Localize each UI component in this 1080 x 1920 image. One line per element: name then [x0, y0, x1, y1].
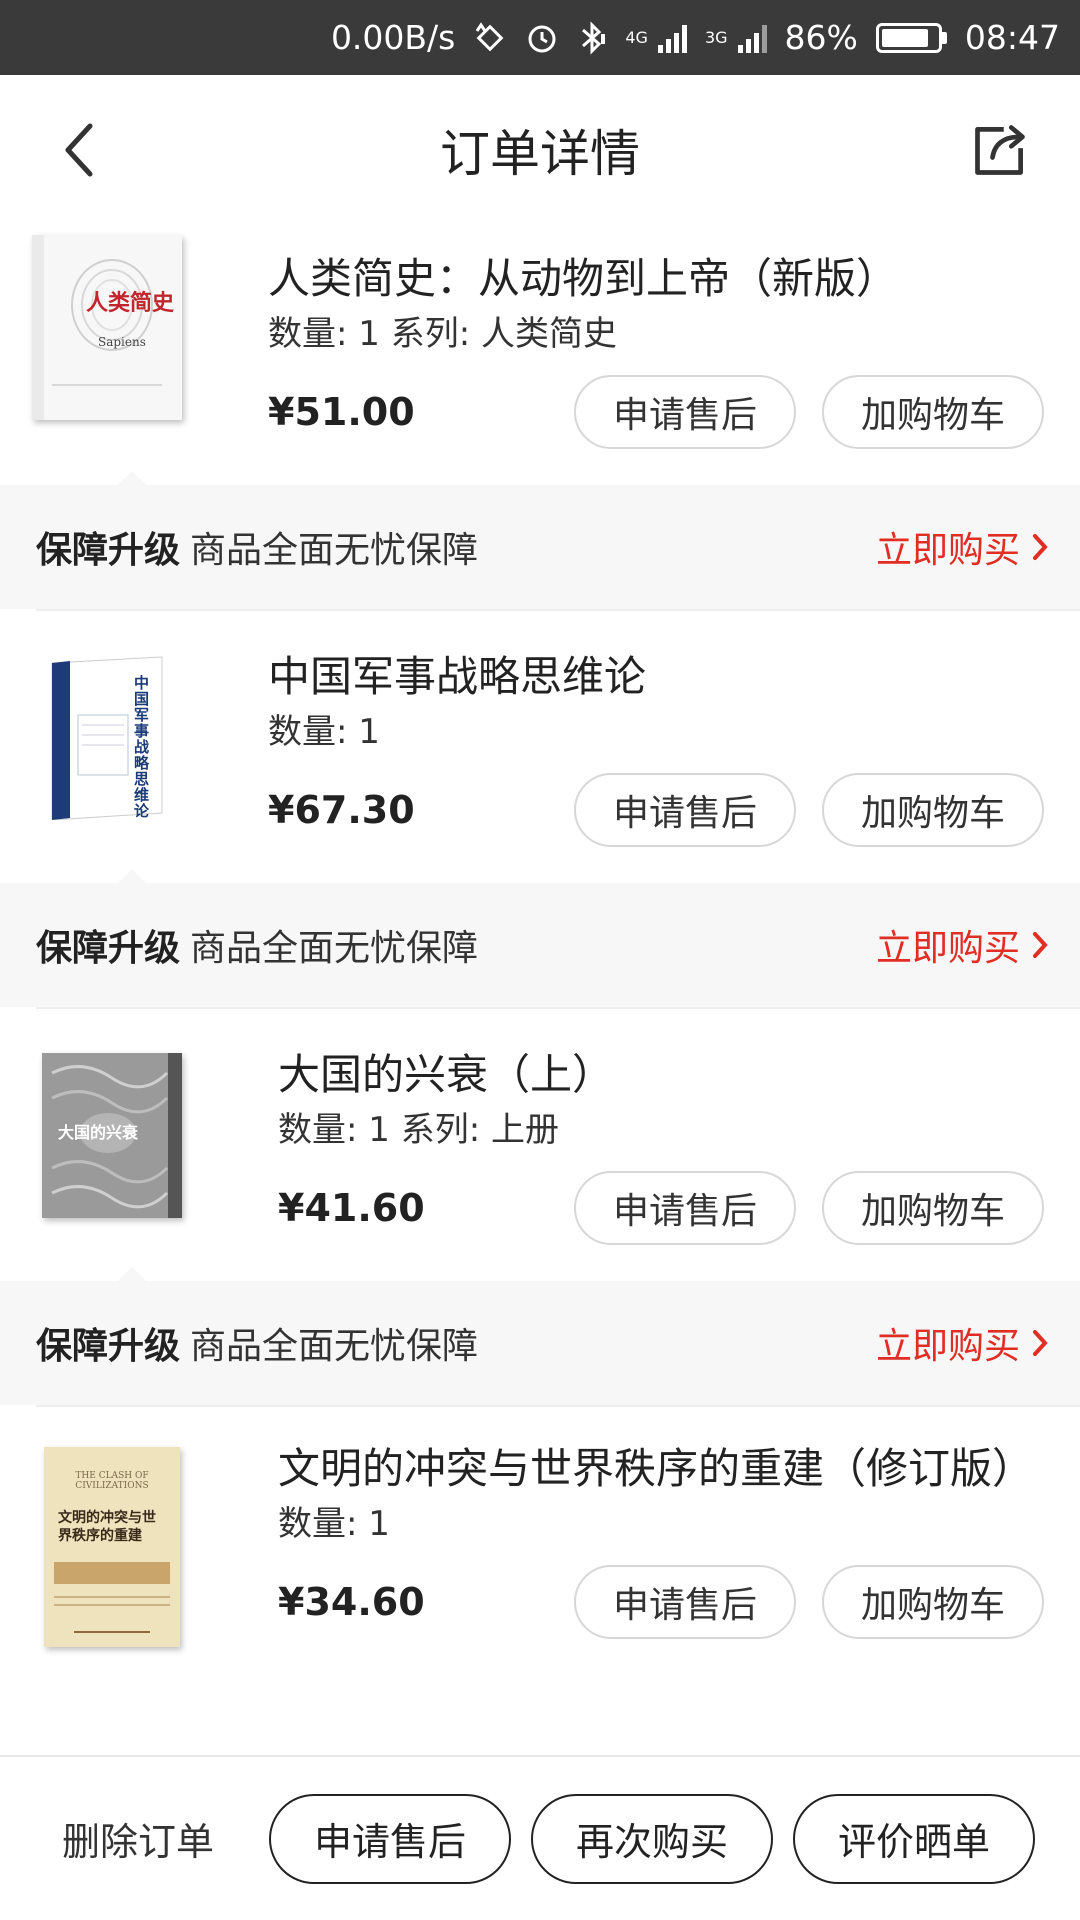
share-icon[interactable] [970, 120, 1030, 180]
delete-order-button[interactable]: 删除订单 [62, 1811, 214, 1866]
back-icon[interactable] [50, 120, 110, 180]
guarantee-label: 保障升级 [36, 928, 181, 969]
network-type-2: 3G [704, 27, 728, 47]
order-item[interactable]: 大国的兴衰 大国的兴衰（上） 数量: 1 系列: 上册 ¥41.60 申请售后 … [0, 1009, 1080, 1245]
add-to-cart-button[interactable]: 加购物车 [822, 375, 1044, 449]
product-title[interactable]: 文明的冲突与世界秩序的重建（修订版） [278, 1443, 1044, 1495]
buy-again-button[interactable]: 再次购买 [531, 1793, 774, 1884]
add-to-cart-button[interactable]: 加购物车 [822, 773, 1044, 847]
buy-now-link[interactable]: 立即购买 [876, 919, 1048, 971]
order-item[interactable]: THE CLASH OF CIVILIZATIONS 文明的冲突与世界秩序的重建… [0, 1407, 1080, 1647]
book-cover: 人类简史 Sapiens [32, 235, 182, 420]
cover-title: 人类简史 [86, 290, 175, 316]
guarantee-bar[interactable]: 保障升级 商品全面无忧保障 立即购买 [0, 1267, 1080, 1405]
product-price: ¥51.00 [268, 390, 415, 434]
product-title[interactable]: 人类简史：从动物到上帝（新版） [268, 253, 1044, 305]
page-title: 订单详情 [440, 125, 640, 183]
book-cover: 中国军事战略思维论 [32, 655, 182, 821]
clock: 08:47 [964, 18, 1060, 57]
product-title[interactable]: 中国军事战略思维论 [268, 651, 1044, 703]
cover-subtitle: Sapiens [98, 335, 146, 349]
guarantee-label: 保障升级 [36, 530, 181, 571]
buy-now-link[interactable]: 立即购买 [876, 1317, 1048, 1369]
cover-subtitle: THE CLASH OF CIVILIZATIONS [75, 1471, 149, 1491]
chevron-right-icon [1033, 932, 1048, 958]
battery-icon [875, 22, 947, 53]
guarantee-text: 商品全面无忧保障 [190, 1326, 479, 1367]
header: 订单详情 [0, 75, 1080, 225]
book-cover: 大国的兴衰 [42, 1053, 182, 1218]
cover-title: 中国军事战略思维论 [134, 674, 150, 820]
guarantee-label: 保障升级 [36, 1326, 181, 1367]
net-speed: 0.00B/s [330, 18, 456, 57]
after-sale-button[interactable]: 申请售后 [574, 1171, 796, 1245]
signal-2-icon [737, 23, 767, 53]
rotate-icon [473, 21, 507, 55]
after-sale-button[interactable]: 申请售后 [574, 375, 796, 449]
signal-1-icon [657, 23, 687, 53]
product-meta: 数量: 1 系列: 上册 [278, 1110, 559, 1150]
review-button[interactable]: 评价晒单 [793, 1793, 1036, 1884]
after-sale-button[interactable]: 申请售后 [574, 773, 796, 847]
chevron-right-icon [1033, 534, 1048, 560]
guarantee-text: 商品全面无忧保障 [190, 530, 479, 571]
book-cover: THE CLASH OF CIVILIZATIONS 文明的冲突与世界秩序的重建 [44, 1447, 180, 1647]
bluetooth-icon [577, 20, 607, 56]
bottom-action-bar: 删除订单 申请售后 再次购买 评价晒单 [0, 1755, 1080, 1920]
after-sale-button[interactable]: 申请售后 [574, 1565, 796, 1639]
after-sale-button[interactable]: 申请售后 [269, 1793, 512, 1884]
product-meta: 数量: 1 [278, 1504, 390, 1544]
buy-now-link[interactable]: 立即购买 [876, 521, 1048, 573]
status-bar: 0.00B/s 4G 3G 86% 08:47 [0, 0, 1080, 75]
chevron-right-icon [1033, 1330, 1048, 1356]
network-type-1: 4G [625, 27, 648, 47]
cover-title: 大国的兴衰 [58, 1123, 139, 1142]
product-price: ¥34.60 [278, 1580, 425, 1624]
product-meta: 数量: 1 系列: 人类简史 [268, 314, 617, 354]
guarantee-bar[interactable]: 保障升级 商品全面无忧保障 立即购买 [0, 869, 1080, 1007]
order-item[interactable]: 中国军事战略思维论 中国军事战略思维论 数量: 1 ¥67.30 申请售后 加购… [0, 611, 1080, 847]
battery-percent: 86% [784, 18, 858, 57]
product-price: ¥67.30 [268, 788, 415, 832]
product-title[interactable]: 大国的兴衰（上） [278, 1049, 1044, 1101]
guarantee-text: 商品全面无忧保障 [190, 928, 479, 969]
guarantee-bar[interactable]: 保障升级 商品全面无忧保障 立即购买 [0, 471, 1080, 609]
add-to-cart-button[interactable]: 加购物车 [822, 1171, 1044, 1245]
cover-title: 文明的冲突与世界秩序的重建 [58, 1510, 156, 1544]
product-meta: 数量: 1 [268, 712, 380, 752]
add-to-cart-button[interactable]: 加购物车 [822, 1565, 1044, 1639]
product-price: ¥41.60 [278, 1186, 425, 1230]
alarm-icon [525, 21, 559, 55]
order-item[interactable]: 人类简史 Sapiens 人类简史：从动物到上帝（新版） 数量: 1 系列: 人… [0, 225, 1080, 449]
